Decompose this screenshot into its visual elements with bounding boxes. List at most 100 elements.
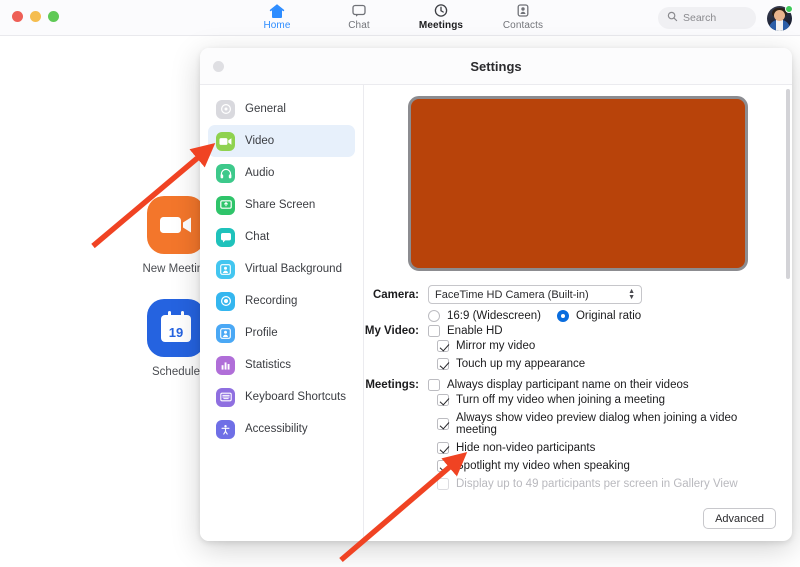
radio-16-9-control[interactable] — [428, 310, 440, 322]
radio-16-9[interactable]: 16:9 (Widescreen) — [428, 310, 541, 322]
home-icon — [269, 2, 285, 19]
content-scrollbar[interactable] — [786, 89, 790, 279]
sidebar-item-keyboard-shortcuts[interactable]: Keyboard Shortcuts — [208, 381, 355, 413]
maximize-window-button[interactable] — [48, 11, 59, 22]
screen-share-icon — [216, 195, 235, 215]
checkbox-hide-non-video-participants[interactable]: Hide non-video participants — [437, 442, 776, 454]
advanced-button-label: Advanced — [715, 512, 764, 525]
sidebar-item-virtual-background[interactable]: Virtual Background — [208, 253, 355, 285]
settings-content-video: Camera: FaceTime HD Camera (Built-in) ▲ ▼ — [364, 85, 792, 541]
video-camera-icon — [147, 196, 205, 254]
checkbox-touch-up-my-appearance-control[interactable] — [437, 358, 449, 370]
contact-card-icon — [515, 2, 531, 19]
headphones-icon — [216, 163, 235, 183]
keyboard-icon — [216, 387, 235, 407]
checkbox-turn-off-my-video-label: Turn off my video when joining a meeting — [456, 394, 666, 406]
camera-select[interactable]: FaceTime HD Camera (Built-in) ▲ ▼ — [428, 285, 642, 304]
sidebar-item-general[interactable]: General — [208, 93, 355, 125]
avatar[interactable] — [767, 5, 793, 31]
meetings-label: Meetings: — [365, 379, 419, 391]
sidebar-item-statistics[interactable]: Statistics — [208, 349, 355, 381]
settings-dialog: Settings General Video Audio Share Scree… — [200, 48, 792, 541]
window-titlebar: Home Chat Meetings Contacts Search — [0, 0, 800, 36]
search-input[interactable]: Search — [658, 7, 756, 29]
checkbox-turn-off-my-video[interactable]: Turn off my video when joining a meeting — [437, 394, 776, 406]
checkbox-mirror-my-video-label: Mirror my video — [456, 340, 536, 352]
tab-chat-label: Chat — [348, 20, 370, 31]
checkbox-spotlight-my-video-control[interactable] — [437, 460, 449, 472]
settings-body: General Video Audio Share Screen Chat Vi… — [200, 85, 792, 541]
radio-original-ratio[interactable]: Original ratio — [556, 310, 641, 322]
checkbox-touch-up-my-appearance-label: Touch up my appearance — [456, 358, 586, 370]
bar-chart-icon — [216, 355, 235, 375]
sidebar-item-video[interactable]: Video — [208, 125, 355, 157]
checkbox-always-show-video-preview-label: Always show video preview dialog when jo… — [456, 412, 738, 436]
checkbox-enable-hd[interactable]: Enable HD — [428, 325, 503, 337]
record-circle-icon — [216, 291, 235, 311]
tab-meetings[interactable]: Meetings — [414, 2, 468, 31]
sidebar-item-virtual-background-label: Virtual Background — [245, 263, 342, 275]
advanced-button[interactable]: Advanced — [703, 508, 776, 529]
calendar-day: 19 — [168, 324, 184, 340]
chat-bubble-icon — [351, 2, 367, 19]
checkbox-always-display-participant-name-control[interactable] — [428, 379, 440, 391]
video-camera-icon — [216, 131, 235, 151]
sidebar-item-profile[interactable]: Profile — [208, 317, 355, 349]
search-icon — [667, 9, 678, 27]
checkbox-always-show-video-preview[interactable]: Always show video preview dialog when jo… — [437, 412, 776, 436]
sidebar-item-statistics-label: Statistics — [245, 359, 292, 371]
checkbox-display-up-to-49-participants-label: Display up to 49 participants per screen… — [456, 478, 738, 490]
video-settings-form: Camera: FaceTime HD Camera (Built-in) ▲ ▼ — [364, 271, 792, 490]
sidebar-item-video-label: Video — [245, 135, 275, 147]
tab-contacts-label: Contacts — [502, 20, 544, 31]
minimize-window-button[interactable] — [30, 11, 41, 22]
sidebar-item-profile-label: Profile — [245, 327, 278, 339]
radio-16-9-label: 16:9 (Widescreen) — [447, 310, 541, 322]
close-window-button[interactable] — [12, 11, 23, 22]
main-nav-tabs: Home Chat Meetings Contacts — [250, 2, 550, 31]
sidebar-item-accessibility-label: Accessibility — [245, 423, 308, 435]
calendar-icon: 19 — [147, 299, 205, 357]
gear-icon — [216, 99, 235, 119]
checkbox-turn-off-my-video-control[interactable] — [437, 394, 449, 406]
camera-preview — [408, 96, 748, 271]
camera-row: Camera: FaceTime HD Camera (Built-in) ▲ ▼ — [364, 285, 776, 304]
checkbox-display-up-to-49-participants-control — [437, 478, 449, 490]
status-badge — [785, 5, 793, 13]
tab-contacts[interactable]: Contacts — [496, 2, 550, 31]
tab-meetings-label: Meetings — [418, 20, 464, 31]
sidebar-item-accessibility[interactable]: Accessibility — [208, 413, 355, 445]
sidebar-item-general-label: General — [245, 103, 286, 115]
checkbox-spotlight-my-video-label: Spotlight my video when speaking — [456, 460, 630, 472]
checkbox-hide-non-video-participants-control[interactable] — [437, 442, 449, 454]
checkbox-always-show-video-preview-control[interactable] — [437, 418, 449, 430]
close-icon[interactable] — [213, 61, 224, 72]
radio-original-ratio-control[interactable] — [556, 310, 569, 322]
search-placeholder: Search — [683, 12, 717, 24]
tab-chat[interactable]: Chat — [332, 2, 386, 31]
checkbox-mirror-my-video[interactable]: Mirror my video — [437, 340, 776, 352]
chat-bubble-icon — [216, 227, 235, 247]
sidebar-item-chat[interactable]: Chat — [208, 221, 355, 253]
checkbox-mirror-my-video-control[interactable] — [437, 340, 449, 352]
checkbox-always-display-participant-name-label: Always display participant name on their… — [447, 379, 689, 391]
checkbox-hide-non-video-participants-label: Hide non-video participants — [456, 442, 596, 454]
sidebar-item-share-screen[interactable]: Share Screen — [208, 189, 355, 221]
accessibility-icon — [216, 419, 235, 439]
page-title: Settings — [470, 58, 522, 74]
camera-label: Camera: — [372, 288, 419, 301]
meetings-row: Meetings: Always display participant nam… — [364, 379, 776, 391]
person-card-icon — [216, 323, 235, 343]
screen: Home Chat Meetings Contacts Search New M… — [0, 0, 800, 567]
traffic-lights — [12, 11, 59, 22]
checkbox-enable-hd-control[interactable] — [428, 325, 440, 337]
tab-home[interactable]: Home — [250, 2, 304, 31]
my-video-row: My Video: Enable HD — [364, 325, 776, 337]
my-video-label: My Video: — [364, 325, 419, 337]
checkbox-touch-up-my-appearance[interactable]: Touch up my appearance — [437, 358, 776, 370]
camera-select-value: FaceTime HD Camera (Built-in) — [435, 288, 589, 301]
checkbox-always-display-participant-name[interactable]: Always display participant name on their… — [428, 379, 689, 391]
sidebar-item-audio[interactable]: Audio — [208, 157, 355, 189]
checkbox-spotlight-my-video[interactable]: Spotlight my video when speaking — [437, 460, 776, 472]
sidebar-item-recording[interactable]: Recording — [208, 285, 355, 317]
